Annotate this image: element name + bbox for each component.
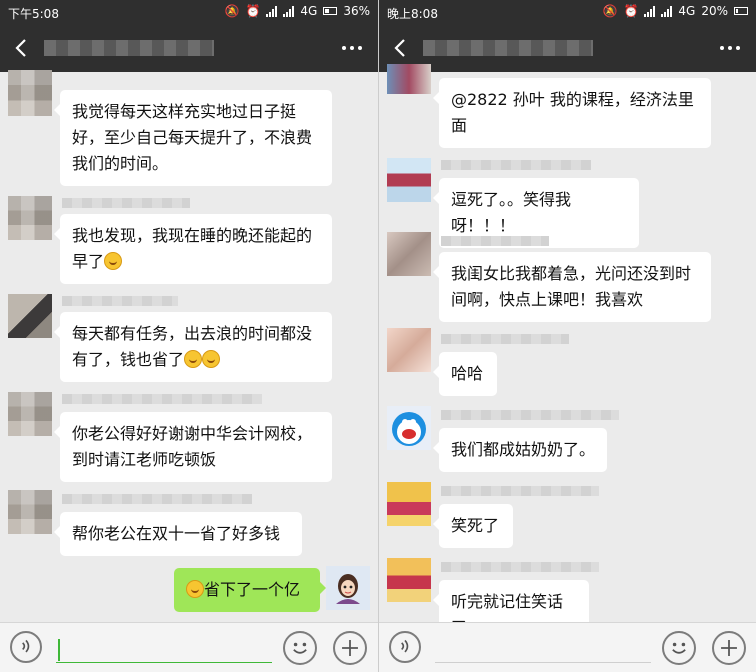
- voice-icon[interactable]: [10, 631, 42, 663]
- network-label: 4G: [300, 4, 318, 18]
- message-list[interactable]: @2822 孙叶 我的课程，经济法里 面 逗死了。。笑得我呀！！！ 我闺女比我都…: [379, 64, 756, 650]
- message-bubble[interactable]: @2822 孙叶 我的课程，经济法里 面: [433, 78, 711, 148]
- battery-fill: [736, 9, 738, 13]
- avatar[interactable]: [387, 64, 431, 94]
- avatar[interactable]: [387, 482, 431, 526]
- avatar[interactable]: [387, 558, 431, 602]
- sender-name-blurred: [441, 236, 549, 246]
- chat-screen-right: 晚上8:08 🔕 ⏰ 4G 20% @2822 孙叶 我的课程，经济法里 面 逗…: [378, 0, 756, 672]
- sender-name-blurred: [62, 394, 262, 404]
- message-bubble[interactable]: 帮你老公在双十一省了好多钱: [54, 512, 302, 556]
- grin-emoji-icon: [186, 580, 204, 598]
- chevron-left-icon[interactable]: [389, 36, 413, 60]
- status-bar: 下午5:08 🔕 ⏰ 4G 36%: [0, 0, 378, 24]
- message-bubble[interactable]: 我也发现，我现在睡的晚还能起的 早了: [54, 214, 332, 284]
- message-bubble[interactable]: 我们都成姑奶奶了。: [433, 428, 607, 472]
- input-bar: [379, 622, 756, 672]
- chat-title-blurred: [44, 40, 214, 56]
- battery-icon: [734, 7, 748, 15]
- avatar[interactable]: [8, 392, 52, 436]
- message-bubble[interactable]: 每天都有任务，出去浪的时间都没 有了，钱也省了: [54, 312, 332, 382]
- message-bubble[interactable]: 你老公得好好谢谢中华会计网校， 到时请江老师吃顿饭: [54, 412, 332, 482]
- chevron-left-icon[interactable]: [10, 36, 34, 60]
- message-list[interactable]: 我觉得每天这样充实地过日子挺 好，至少自己每天提升了，不浪费 我们的时间。 我也…: [0, 70, 378, 622]
- plus-icon[interactable]: [333, 631, 367, 665]
- chat-screen-left: 下午5:08 🔕 ⏰ 4G 36% 我觉得每天这样充实地过日子挺 好，至少自己每…: [0, 0, 378, 672]
- status-time: 晚上8:08: [387, 7, 438, 21]
- avatar[interactable]: [8, 490, 52, 534]
- status-bar: 晚上8:08 🔕 ⏰ 4G 20%: [379, 0, 756, 24]
- battery-percent: 36%: [343, 4, 370, 18]
- thinking-emoji-icon: [184, 350, 203, 368]
- sleepy-emoji-icon: [104, 252, 123, 270]
- message-bubble[interactable]: 笑死了: [433, 504, 513, 548]
- message-input[interactable]: [435, 635, 651, 663]
- input-bar: [0, 622, 378, 672]
- message-input[interactable]: [56, 635, 272, 663]
- more-dots-icon[interactable]: [718, 38, 742, 58]
- mute-icon: 🔕: [224, 4, 240, 18]
- more-dots-icon[interactable]: [340, 38, 364, 58]
- sender-name-blurred: [441, 486, 599, 496]
- emoji-icon[interactable]: [283, 631, 317, 665]
- network-label: 4G: [678, 4, 696, 18]
- battery-icon: [323, 7, 338, 15]
- status-time: 下午5:08: [8, 7, 59, 21]
- sender-name-blurred: [62, 296, 178, 306]
- voice-icon[interactable]: [389, 631, 421, 663]
- mute-icon: 🔕: [602, 4, 618, 18]
- battery-fill: [325, 9, 329, 13]
- sender-name-blurred: [62, 494, 252, 504]
- cartoon-avatar-icon: [392, 412, 426, 446]
- avatar[interactable]: [387, 232, 431, 276]
- alarm-icon: ⏰: [245, 4, 261, 18]
- plus-icon[interactable]: [712, 631, 746, 665]
- message-bubble[interactable]: 哈哈: [433, 352, 497, 396]
- signal-icon: [644, 5, 656, 17]
- signal-icon: [266, 5, 278, 17]
- sender-name-blurred: [441, 410, 619, 420]
- avatar[interactable]: [387, 158, 431, 202]
- battery-percent: 20%: [701, 4, 728, 18]
- chat-header: [379, 24, 756, 72]
- avatar[interactable]: [387, 406, 431, 450]
- avatar[interactable]: [8, 196, 52, 240]
- message-bubble[interactable]: 我闺女比我都着急，光问还没到时 间啊，快点上课吧！我喜欢: [433, 252, 711, 322]
- cartoon-avatar-icon: [326, 566, 370, 610]
- signal-icon: [283, 5, 295, 17]
- sender-name-blurred: [441, 160, 591, 170]
- sender-name-blurred: [441, 562, 599, 572]
- my-message-bubble[interactable]: 省下了一个亿: [174, 568, 326, 612]
- signal-icon: [661, 5, 673, 17]
- my-avatar[interactable]: [326, 566, 370, 610]
- chat-header: [0, 24, 378, 72]
- avatar[interactable]: [8, 70, 52, 116]
- avatar[interactable]: [387, 328, 431, 372]
- avatar[interactable]: [8, 294, 52, 338]
- sender-name-blurred: [441, 334, 569, 344]
- message-bubble[interactable]: 我觉得每天这样充实地过日子挺 好，至少自己每天提升了，不浪费 我们的时间。: [54, 90, 332, 186]
- sender-name-blurred: [62, 198, 190, 208]
- alarm-icon: ⏰: [623, 4, 639, 18]
- thinking-emoji-icon: [202, 350, 221, 368]
- emoji-icon[interactable]: [662, 631, 696, 665]
- chat-title-blurred: [423, 40, 593, 56]
